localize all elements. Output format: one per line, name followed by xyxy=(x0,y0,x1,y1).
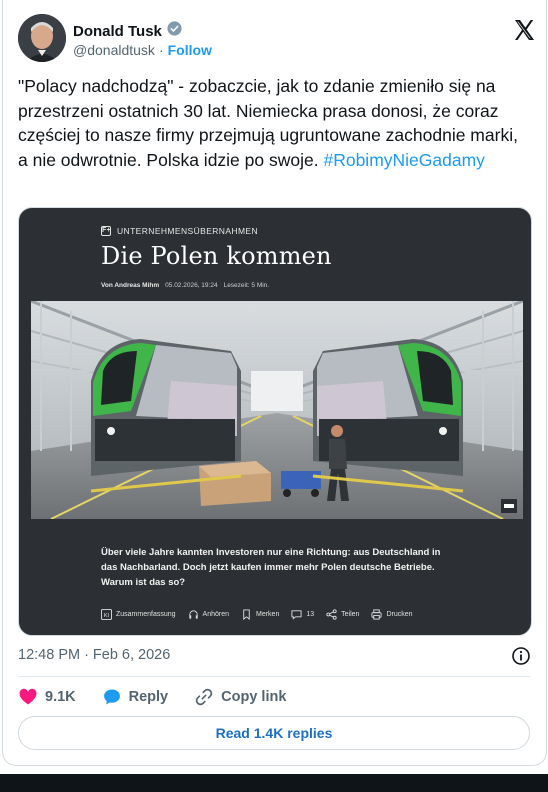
author-name[interactable]: Donald Tusk xyxy=(73,23,162,40)
link-icon xyxy=(195,688,213,706)
article-kicker: F+ UNTERNEHMENSÜBERNAHMEN xyxy=(101,226,258,236)
summary-action[interactable]: KI Zusammenfassung xyxy=(101,609,176,620)
headphones-icon xyxy=(188,610,198,619)
comment-icon xyxy=(291,610,302,620)
kicker-label: UNTERNEHMENSÜBERNAHMEN xyxy=(117,226,259,236)
summary-label: Zusammenfassung xyxy=(116,611,176,618)
share-action[interactable]: Teilen xyxy=(326,609,359,620)
plus-badge: F+ xyxy=(101,226,112,236)
tweet-body: "Polacy nadchodzą" - zobaczcie, jak to z… xyxy=(18,74,530,172)
bookmark-icon xyxy=(243,609,250,620)
like-count: 9.1K xyxy=(45,689,76,705)
time-separator: · xyxy=(84,647,89,663)
print-action[interactable]: Drucken xyxy=(371,609,413,620)
heart-icon xyxy=(19,688,37,705)
comments-action[interactable]: 13 xyxy=(291,609,314,620)
speech-bubble-icon xyxy=(103,689,120,705)
hashtag-link[interactable]: #RobimyNieGadamy xyxy=(323,150,484,170)
listen-action[interactable]: Anhören xyxy=(188,609,229,620)
byline-read-time: Lesezeit: 5 Min. xyxy=(223,282,270,289)
byline-datetime: 05.02.2026, 19:24 xyxy=(165,282,218,289)
bottom-bar xyxy=(0,774,548,792)
tweet-header: Donald Tusk @donaldtusk · Follow xyxy=(18,14,536,62)
like-button[interactable]: 9.1K xyxy=(18,687,76,707)
article-actions: KI Zusammenfassung Anhören Merken 13 Tei… xyxy=(101,609,413,620)
bookmark-action[interactable]: Merken xyxy=(241,609,279,620)
divider xyxy=(18,676,530,677)
author-handle[interactable]: @donaldtusk xyxy=(73,42,155,58)
reply-button[interactable]: Reply xyxy=(102,687,169,707)
tweet-timestamp[interactable]: 12:48 PM · Feb 6, 2026 xyxy=(18,647,170,663)
print-label: Drucken xyxy=(386,611,413,618)
share-label: Teilen xyxy=(341,611,360,618)
verified-badge-icon xyxy=(166,20,183,42)
byline-author: Von Andreas Mihm xyxy=(101,282,160,289)
copy-link-button[interactable]: Copy link xyxy=(194,687,286,707)
article-headline: Die Polen kommen xyxy=(101,242,332,270)
name-row: Donald Tusk xyxy=(73,20,183,42)
avatar[interactable] xyxy=(18,14,66,62)
tram-factory-photo xyxy=(31,301,523,519)
printer-icon xyxy=(371,609,382,620)
info-icon[interactable] xyxy=(511,646,531,666)
ki-badge: KI xyxy=(104,613,110,619)
copy-link-label: Copy link xyxy=(221,689,287,705)
tweet-time: 12:48 PM xyxy=(18,647,81,663)
reply-label: Reply xyxy=(128,689,169,705)
dot-separator: · xyxy=(158,42,164,58)
article-image[interactable]: F+ UNTERNEHMENSÜBERNAHMEN Die Polen komm… xyxy=(18,207,532,636)
comments-count: 13 xyxy=(306,611,315,618)
read-replies-button[interactable]: Read 1.4K replies xyxy=(18,716,530,750)
tweet-date: Feb 6, 2026 xyxy=(92,647,171,663)
article-byline: Von Andreas Mihm 05.02.2026, 19:24 Lesez… xyxy=(101,282,269,289)
listen-label: Anhören xyxy=(202,611,229,618)
handle-row: @donaldtusk · Follow xyxy=(73,42,212,58)
article-teaser: Über viele Jahre kannten Investoren nur … xyxy=(101,547,441,588)
bookmark-label: Merken xyxy=(256,611,280,618)
share-icon xyxy=(326,609,337,620)
follow-button[interactable]: Follow xyxy=(168,42,212,58)
x-logo-icon[interactable] xyxy=(512,18,536,42)
engagement-bar: 9.1K Reply Copy link xyxy=(18,686,312,708)
